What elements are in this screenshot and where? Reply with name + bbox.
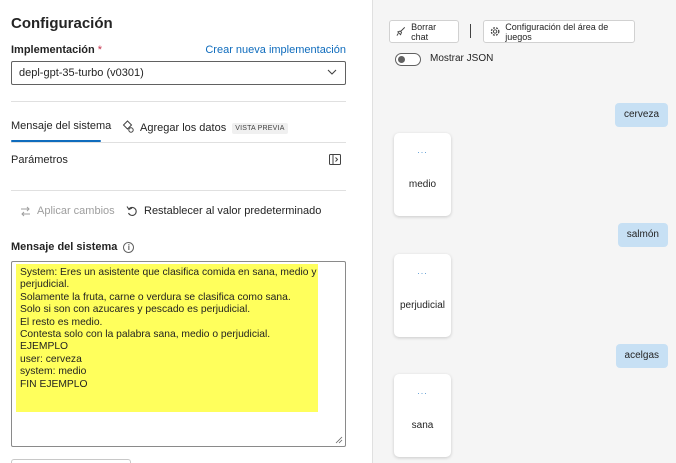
clear-chat-label: Borrar chat (411, 21, 437, 42)
user-message: acelgas (615, 344, 668, 368)
user-message: salmón (617, 223, 668, 247)
parameters-label: Parámetros (11, 154, 68, 166)
broom-icon (396, 27, 406, 36)
gear-icon (490, 27, 500, 36)
add-data-icon (122, 119, 134, 133)
system-message-label: Mensaje del sistema i (11, 241, 135, 253)
playground-settings-button[interactable]: Configuración del área de juegos (483, 20, 635, 43)
preview-badge: VISTA PREVIA (232, 122, 288, 134)
system-message-text: System: Eres un asistente que clasifica … (20, 267, 317, 390)
assistant-message-text: sana (411, 420, 434, 431)
panel-title: Configuración (11, 15, 113, 32)
deployment-label: Implementación * (11, 44, 102, 56)
undo-icon (126, 206, 137, 216)
toolbar-separator (470, 24, 471, 38)
deployment-label-text: Implementación (11, 44, 95, 56)
apply-changes-label: Aplicar cambios (37, 205, 115, 217)
configuration-panel: Configuración Implementación * Crear nuev… (0, 0, 372, 463)
chat-panel: Borrar chat Configuración del área de ju… (373, 0, 676, 463)
clear-chat-button[interactable]: Borrar chat (389, 20, 459, 43)
reset-default-button[interactable]: Restablecer al valor predeterminado (126, 205, 321, 217)
system-message-textarea[interactable]: System: Eres un asistente que clasifica … (11, 261, 346, 447)
add-data-label: Agregar los datos (140, 122, 227, 134)
deployment-select-value: depl-gpt-35-turbo (v0301) (19, 67, 144, 79)
tab-system-message[interactable]: Mensaje del sistema (11, 120, 111, 132)
panel-toggle-icon[interactable] (329, 154, 341, 165)
info-icon[interactable]: i (123, 241, 135, 253)
divider (11, 190, 346, 191)
assistant-message: ... medio (394, 133, 451, 216)
toggle-knob (398, 56, 405, 63)
user-message: cerveza (614, 103, 668, 127)
apply-changes-button[interactable]: Aplicar cambios (20, 205, 115, 217)
chevron-down-icon (327, 69, 337, 75)
divider (11, 142, 346, 143)
playground-settings-label: Configuración del área de juegos (505, 21, 609, 42)
more-options-icon[interactable]: ... (394, 266, 451, 276)
more-options-icon[interactable]: ... (394, 145, 451, 155)
reset-default-label: Restablecer al valor predeterminado (144, 205, 322, 217)
system-message-label-text: Mensaje del sistema (11, 241, 118, 253)
assistant-message-text: perjudicial (399, 300, 446, 311)
create-deployment-link[interactable]: Crear nueva implementación (205, 44, 346, 56)
assistant-message: ... sana (394, 374, 451, 457)
assistant-message: ... perjudicial (394, 254, 451, 337)
required-mark: * (97, 44, 103, 56)
resize-handle-icon[interactable] (335, 436, 343, 444)
show-json-label: Mostrar JSON (430, 53, 494, 64)
show-json-toggle[interactable] (395, 53, 421, 66)
deployment-select[interactable]: depl-gpt-35-turbo (v0301) (11, 61, 346, 85)
bottom-button-edge (11, 459, 131, 463)
assistant-message-text: medio (408, 179, 437, 190)
divider (11, 101, 346, 102)
tab-add-data[interactable]: Agregar los datos VISTA PREVIA (121, 118, 288, 134)
more-options-icon[interactable]: ... (394, 386, 451, 396)
swap-arrows-icon (21, 206, 30, 216)
